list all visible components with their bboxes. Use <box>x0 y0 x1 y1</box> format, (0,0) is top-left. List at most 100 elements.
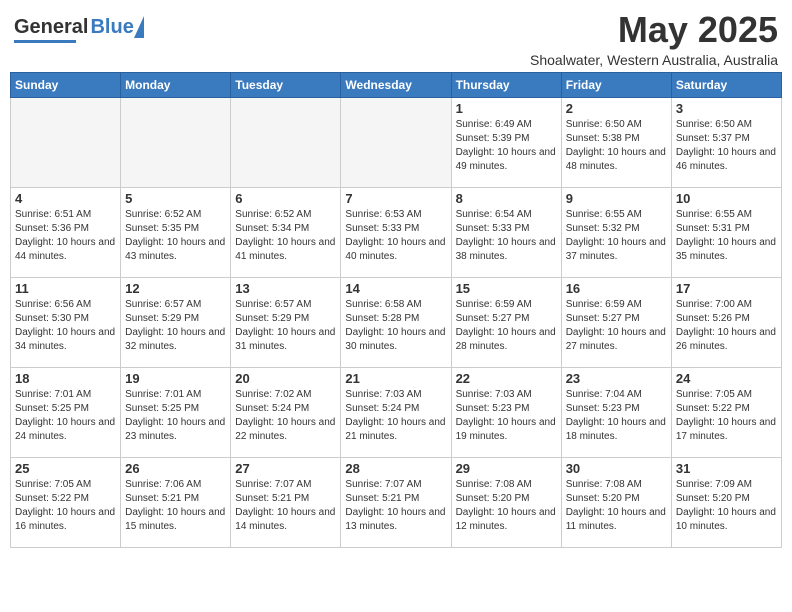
day-number: 7 <box>345 191 446 206</box>
weekday-header-row: SundayMondayTuesdayWednesdayThursdayFrid… <box>11 72 782 97</box>
title-block: May 2025 Shoalwater, Western Australia, … <box>530 10 778 68</box>
weekday-header: Wednesday <box>341 72 451 97</box>
location-title: Shoalwater, Western Australia, Australia <box>530 52 778 68</box>
day-number: 26 <box>125 461 226 476</box>
day-info: Sunrise: 7:06 AMSunset: 5:21 PMDaylight:… <box>125 478 226 534</box>
calendar-week-row: 4 Sunrise: 6:51 AMSunset: 5:36 PMDaylight… <box>11 187 782 277</box>
weekday-header: Friday <box>561 72 671 97</box>
day-info: Sunrise: 6:58 AMSunset: 5:28 PMDaylight:… <box>345 298 446 354</box>
day-number: 22 <box>456 371 557 386</box>
day-number: 24 <box>676 371 777 386</box>
calendar-cell: 24 Sunrise: 7:05 AMSunset: 5:22 PMDayligh… <box>671 367 781 457</box>
day-info: Sunrise: 7:01 AMSunset: 5:25 PMDaylight:… <box>125 388 226 444</box>
day-info: Sunrise: 7:07 AMSunset: 5:21 PMDaylight:… <box>345 478 446 534</box>
day-info: Sunrise: 7:08 AMSunset: 5:20 PMDaylight:… <box>456 478 557 534</box>
day-info: Sunrise: 7:03 AMSunset: 5:24 PMDaylight:… <box>345 388 446 444</box>
calendar-week-row: 11 Sunrise: 6:56 AMSunset: 5:30 PMDayligh… <box>11 277 782 367</box>
day-info: Sunrise: 7:05 AMSunset: 5:22 PMDaylight:… <box>15 478 116 534</box>
calendar-table: SundayMondayTuesdayWednesdayThursdayFrid… <box>10 72 782 548</box>
day-number: 15 <box>456 281 557 296</box>
calendar-cell: 18 Sunrise: 7:01 AMSunset: 5:25 PMDayligh… <box>11 367 121 457</box>
day-info: Sunrise: 6:57 AMSunset: 5:29 PMDaylight:… <box>235 298 336 354</box>
calendar-cell: 22 Sunrise: 7:03 AMSunset: 5:23 PMDayligh… <box>451 367 561 457</box>
calendar-cell: 8Sunrise: 6:54 AMSunset: 5:33 PMDaylight… <box>451 187 561 277</box>
calendar-cell: 31 Sunrise: 7:09 AMSunset: 5:20 PMDayligh… <box>671 457 781 547</box>
calendar-cell: 17Sunrise: 7:00 AMSunset: 5:26 PMDayligh… <box>671 277 781 367</box>
day-number: 19 <box>125 371 226 386</box>
calendar-cell: 6Sunrise: 6:52 AMSunset: 5:34 PMDaylight… <box>231 187 341 277</box>
calendar-cell <box>11 97 121 187</box>
day-number: 9 <box>566 191 667 206</box>
day-number: 30 <box>566 461 667 476</box>
calendar-cell: 2Sunrise: 6:50 AMSunset: 5:38 PMDaylight… <box>561 97 671 187</box>
calendar-cell <box>231 97 341 187</box>
day-info: Sunrise: 6:51 AMSunset: 5:36 PMDaylight:… <box>15 208 116 264</box>
day-number: 8 <box>456 191 557 206</box>
day-info: Sunrise: 6:53 AMSunset: 5:33 PMDaylight:… <box>345 208 446 264</box>
calendar-cell: 1Sunrise: 6:49 AMSunset: 5:39 PMDaylight… <box>451 97 561 187</box>
day-info: Sunrise: 6:55 AMSunset: 5:31 PMDaylight:… <box>676 208 777 264</box>
day-number: 5 <box>125 191 226 206</box>
calendar-cell: 7 Sunrise: 6:53 AMSunset: 5:33 PMDaylight… <box>341 187 451 277</box>
day-info: Sunrise: 7:01 AMSunset: 5:25 PMDaylight:… <box>15 388 116 444</box>
day-info: Sunrise: 6:50 AMSunset: 5:37 PMDaylight:… <box>676 118 777 174</box>
day-info: Sunrise: 6:59 AMSunset: 5:27 PMDaylight:… <box>566 298 667 354</box>
day-number: 14 <box>345 281 446 296</box>
logo-general: General <box>14 16 88 39</box>
calendar-cell: 11 Sunrise: 6:56 AMSunset: 5:30 PMDayligh… <box>11 277 121 367</box>
weekday-header: Thursday <box>451 72 561 97</box>
calendar-cell: 16 Sunrise: 6:59 AMSunset: 5:27 PMDayligh… <box>561 277 671 367</box>
calendar-cell: 19 Sunrise: 7:01 AMSunset: 5:25 PMDayligh… <box>121 367 231 457</box>
calendar-cell: 4 Sunrise: 6:51 AMSunset: 5:36 PMDaylight… <box>11 187 121 277</box>
day-info: Sunrise: 6:49 AMSunset: 5:39 PMDaylight:… <box>456 118 557 174</box>
calendar-cell: 30 Sunrise: 7:08 AMSunset: 5:20 PMDayligh… <box>561 457 671 547</box>
day-info: Sunrise: 7:00 AMSunset: 5:26 PMDaylight:… <box>676 298 777 354</box>
calendar-cell: 9 Sunrise: 6:55 AMSunset: 5:32 PMDaylight… <box>561 187 671 277</box>
day-number: 28 <box>345 461 446 476</box>
logo: General Blue <box>14 16 134 43</box>
calendar-cell: 27Sunrise: 7:07 AMSunset: 5:21 PMDayligh… <box>231 457 341 547</box>
day-number: 6 <box>235 191 336 206</box>
calendar-cell: 10Sunrise: 6:55 AMSunset: 5:31 PMDayligh… <box>671 187 781 277</box>
calendar-week-row: 1Sunrise: 6:49 AMSunset: 5:39 PMDaylight… <box>11 97 782 187</box>
calendar-cell <box>121 97 231 187</box>
weekday-header: Tuesday <box>231 72 341 97</box>
day-info: Sunrise: 6:57 AMSunset: 5:29 PMDaylight:… <box>125 298 226 354</box>
calendar-cell <box>341 97 451 187</box>
day-info: Sunrise: 7:04 AMSunset: 5:23 PMDaylight:… <box>566 388 667 444</box>
page-header: General Blue May 2025 Shoalwater, Wester… <box>10 10 782 68</box>
day-info: Sunrise: 6:56 AMSunset: 5:30 PMDaylight:… <box>15 298 116 354</box>
calendar-cell: 29Sunrise: 7:08 AMSunset: 5:20 PMDayligh… <box>451 457 561 547</box>
day-number: 23 <box>566 371 667 386</box>
day-number: 16 <box>566 281 667 296</box>
day-number: 4 <box>15 191 116 206</box>
day-number: 21 <box>345 371 446 386</box>
day-info: Sunrise: 7:09 AMSunset: 5:20 PMDaylight:… <box>676 478 777 534</box>
day-number: 13 <box>235 281 336 296</box>
calendar-cell: 14 Sunrise: 6:58 AMSunset: 5:28 PMDayligh… <box>341 277 451 367</box>
calendar-week-row: 18 Sunrise: 7:01 AMSunset: 5:25 PMDayligh… <box>11 367 782 457</box>
day-number: 11 <box>15 281 116 296</box>
calendar-week-row: 25Sunrise: 7:05 AMSunset: 5:22 PMDayligh… <box>11 457 782 547</box>
day-info: Sunrise: 7:07 AMSunset: 5:21 PMDaylight:… <box>235 478 336 534</box>
day-number: 12 <box>125 281 226 296</box>
day-info: Sunrise: 6:59 AMSunset: 5:27 PMDaylight:… <box>456 298 557 354</box>
day-info: Sunrise: 7:02 AMSunset: 5:24 PMDaylight:… <box>235 388 336 444</box>
day-number: 2 <box>566 101 667 116</box>
day-number: 20 <box>235 371 336 386</box>
calendar-cell: 23 Sunrise: 7:04 AMSunset: 5:23 PMDayligh… <box>561 367 671 457</box>
day-info: Sunrise: 7:05 AMSunset: 5:22 PMDaylight:… <box>676 388 777 444</box>
day-info: Sunrise: 7:08 AMSunset: 5:20 PMDaylight:… <box>566 478 667 534</box>
month-title: May 2025 <box>530 10 778 50</box>
calendar-cell: 20 Sunrise: 7:02 AMSunset: 5:24 PMDayligh… <box>231 367 341 457</box>
weekday-header: Monday <box>121 72 231 97</box>
weekday-header: Saturday <box>671 72 781 97</box>
calendar-cell: 13 Sunrise: 6:57 AMSunset: 5:29 PMDayligh… <box>231 277 341 367</box>
calendar-cell: 25Sunrise: 7:05 AMSunset: 5:22 PMDayligh… <box>11 457 121 547</box>
day-info: Sunrise: 7:03 AMSunset: 5:23 PMDaylight:… <box>456 388 557 444</box>
day-info: Sunrise: 6:55 AMSunset: 5:32 PMDaylight:… <box>566 208 667 264</box>
calendar-cell: 21 Sunrise: 7:03 AMSunset: 5:24 PMDayligh… <box>341 367 451 457</box>
day-number: 31 <box>676 461 777 476</box>
weekday-header: Sunday <box>11 72 121 97</box>
day-number: 18 <box>15 371 116 386</box>
